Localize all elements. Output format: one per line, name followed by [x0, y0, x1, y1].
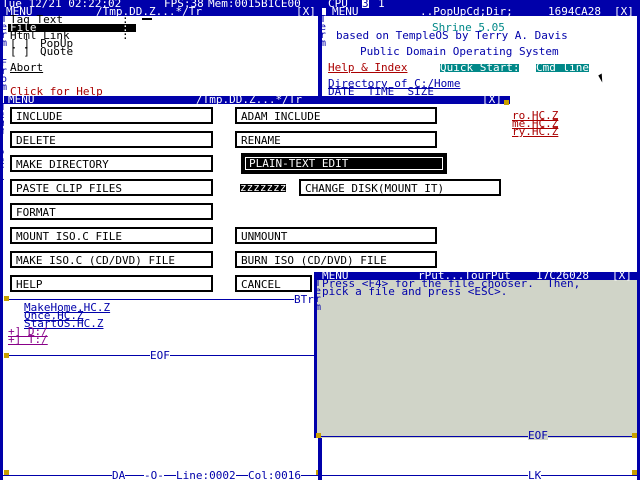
popup-resize-corner[interactable] — [504, 100, 509, 105]
help-button-label: HELP — [16, 278, 43, 291]
dir-t[interactable]: +] T:/ — [8, 334, 48, 345]
chooser-close-button[interactable]: [X] — [612, 270, 632, 281]
left-status-sep: -O- — [144, 469, 164, 482]
popup-btr-label: BTr — [294, 293, 314, 306]
left-resize-corner[interactable] — [4, 353, 9, 358]
cmd-line-link[interactable]: Cmd line — [536, 62, 589, 73]
popup-window-titlebar[interactable]: MENU /Tmp.DD.Z...*/Tr [X] — [4, 93, 510, 106]
chooser-resize-corner-left[interactable] — [316, 433, 321, 438]
chooser-eof-line — [314, 436, 640, 437]
delete-button[interactable]: DELETE — [10, 131, 213, 148]
left-eof-label: EOF — [150, 349, 170, 362]
based-on-text: based on TempleOS by Terry A. Davis — [336, 29, 568, 42]
left-status-da: DA — [112, 469, 126, 482]
chooser-eof-label: EOF — [528, 429, 548, 442]
popup-window-title: /Tmp.DD.Z...*/Tr — [196, 93, 302, 106]
paste-clip-files-button-label: PASTE CLIP FILES — [16, 182, 122, 195]
adam-include-button[interactable]: ADAM INCLUDE — [235, 107, 437, 124]
burn-iso-button-label: BURN ISO (CD/DVD) FILE — [241, 254, 387, 267]
paste-clip-files-button[interactable]: PASTE CLIP FILES — [10, 179, 213, 196]
right-window-title: ..PopUpCd;Dir; — [420, 5, 513, 18]
cancel-button-label: CANCEL — [241, 278, 281, 291]
include-button-label: INCLUDE — [16, 110, 63, 123]
popup-menu-label[interactable]: MENU — [8, 94, 35, 105]
left-window-title: /Tmp.DD.Z...*/Tr — [96, 5, 202, 18]
left-status-line: Line:0002 — [176, 469, 236, 482]
make-directory-button[interactable]: MAKE DIRECTORY — [10, 155, 213, 172]
left-bottom-corner[interactable] — [4, 470, 9, 475]
make-iso-button[interactable]: MAKE ISO.C (CD/DVD) FILE — [10, 251, 213, 268]
left-side-from-letters: F r o m — [0, 58, 8, 93]
left-side-term-letters: T e r m — [0, 14, 8, 49]
rename-button[interactable]: RENAME — [235, 131, 437, 148]
unmount-button-label: UNMOUNT — [241, 230, 288, 243]
chooser-resize-corner-right[interactable] — [632, 433, 637, 438]
plain-text-edit-button[interactable]: PLAIN-TEXT EDIT — [241, 153, 447, 174]
delete-button-label: DELETE — [16, 134, 56, 147]
status-mem: Mem:0015B1CE00 — [208, 0, 301, 10]
tagline-text: Public Domain Operating System — [360, 45, 559, 58]
mount-iso-button[interactable]: MOUNT ISO.C FILE — [10, 227, 213, 244]
popup-close-button[interactable]: [X] — [482, 94, 502, 105]
menu-item-quote[interactable]: Quote — [40, 46, 73, 57]
drive-label-badge: zzzzzzz — [240, 181, 287, 194]
change-disk-button[interactable]: CHANGE DISK(MOUNT IT) — [299, 179, 501, 196]
right-close-button[interactable]: [X] — [614, 6, 634, 17]
right-window-addr: 1694CA28 — [548, 5, 601, 18]
abort-link[interactable]: Abort — [10, 62, 43, 73]
make-directory-button-label: MAKE DIRECTORY — [16, 158, 109, 171]
cursor-mark — [142, 18, 152, 20]
chooser-message-line2: pick a file and press <ESC>. — [322, 285, 508, 298]
adam-include-button-label: ADAM INCLUDE — [241, 110, 321, 123]
right-bottom-corner[interactable] — [632, 470, 637, 475]
quick-start-label[interactable]: Quick Start: — [440, 62, 520, 73]
right-file-ry[interactable]: ry.HC.Z — [512, 126, 558, 137]
popup-bottom-corner[interactable] — [4, 296, 9, 301]
format-button-label: FORMAT — [16, 206, 56, 219]
rename-button-label: RENAME — [241, 134, 281, 147]
left-status-col: Col:0016 — [248, 469, 301, 482]
plain-text-edit-button-label: PLAIN-TEXT EDIT — [249, 157, 349, 170]
status-cpu1: 1 — [378, 0, 385, 10]
burn-iso-button[interactable]: BURN ISO (CD/DVD) FILE — [235, 251, 437, 268]
include-button[interactable]: INCLUDE — [10, 107, 213, 124]
cancel-button[interactable]: CANCEL — [235, 275, 312, 292]
right-window-titlebar[interactable]: MENU ..PopUpCd;Dir; 1694CA28 [X] — [326, 5, 640, 18]
right-menu-label[interactable]: MENU — [332, 6, 359, 17]
left-close-button[interactable]: [X] — [296, 6, 316, 17]
right-bottom-border — [322, 475, 640, 476]
make-iso-button-label: MAKE ISO.C (CD/DVD) FILE — [16, 254, 175, 267]
help-index-link[interactable]: Help & Index — [328, 62, 407, 73]
status-cpu0: 3 — [362, 0, 369, 10]
right-side-term-letters: T e r m — [319, 14, 327, 49]
popup-bottom-border — [4, 299, 318, 300]
chooser-side-term-letters: T e r m — [314, 278, 322, 313]
unmount-button[interactable]: UNMOUNT — [235, 227, 437, 244]
quote-checkbox[interactable]: [ ] — [10, 46, 30, 57]
mount-iso-button-label: MOUNT ISO.C FILE — [16, 230, 122, 243]
change-disk-button-label: CHANGE DISK(MOUNT IT) — [305, 182, 445, 195]
help-button[interactable]: HELP — [10, 275, 213, 292]
dir-columns: DATE_ TIME_ SIZE — [328, 85, 434, 98]
format-button[interactable]: FORMAT — [10, 203, 213, 220]
right-status-lk: LK — [528, 469, 542, 482]
menu-item-html-link-key: : — [122, 29, 129, 42]
